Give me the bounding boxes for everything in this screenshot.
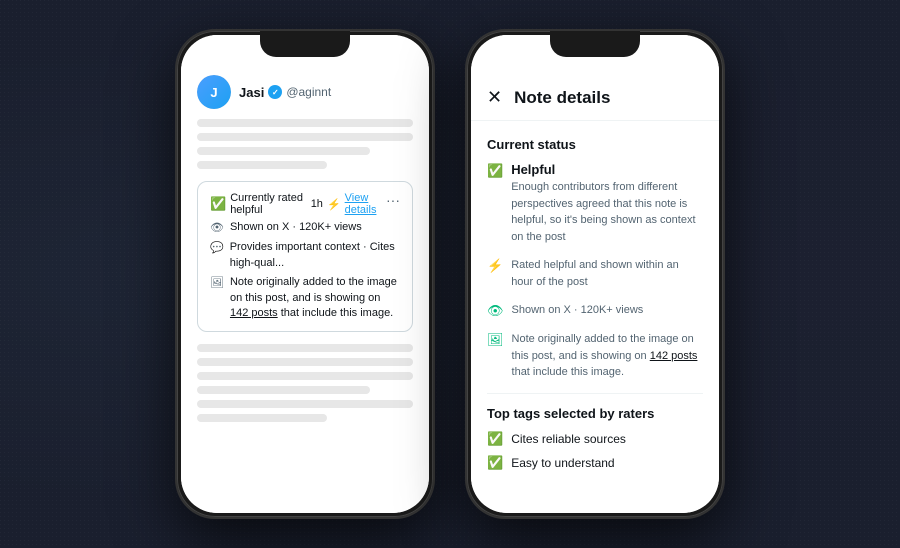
rated-helpful-item: ⚡ Rated helpful and shown within an hour… — [487, 257, 703, 290]
text-line — [197, 147, 370, 155]
current-status-heading: Current status — [487, 137, 703, 152]
notes-row-context: 💬 Provides important context · Cites hig… — [210, 240, 400, 271]
image-icon: 🖼 — [210, 276, 224, 291]
phone-screen-2: ✕ Note details Current status ✅ Helpful … — [471, 35, 719, 513]
image-posts-link[interactable]: 142 posts — [650, 350, 698, 362]
helpful-check-icon: ✅ — [487, 163, 503, 179]
phone-1: J Jasi ✓ @aginnt — [175, 29, 435, 519]
view-details-link[interactable]: View details — [345, 192, 386, 216]
user-handle: @aginnt — [286, 85, 331, 99]
eye-icon: 👁 — [210, 221, 224, 236]
tag-check-icon-2: ✅ — [487, 455, 503, 471]
image-note-item: 🖼 Note originally added to the image on … — [487, 331, 703, 381]
text-line — [197, 386, 370, 394]
eye-icon: 👁 — [487, 303, 504, 319]
notes-row-image: 🖼 Note originally added to the image on … — [210, 275, 400, 321]
note-details-title: Note details — [514, 88, 610, 108]
more-options[interactable]: ··· — [386, 192, 400, 208]
tag-item-2: ✅ Easy to understand — [487, 455, 703, 471]
username-row: Jasi ✓ @aginnt — [239, 85, 331, 100]
top-tags-heading: Top tags selected by raters — [487, 406, 703, 421]
bolt-icon: ⚡ — [327, 198, 341, 211]
time-label: 1h — [311, 198, 323, 210]
image-note-text: Note originally added to the image on th… — [230, 275, 400, 321]
context-icon: 💬 — [210, 241, 224, 256]
tweet-text-placeholder — [197, 119, 413, 169]
notes-row-helpful: ✅ Currently rated helpful 1h ⚡ View deta… — [210, 192, 400, 216]
text-line — [197, 133, 413, 141]
helpful-label: Helpful — [511, 162, 703, 177]
user-info: Jasi ✓ @aginnt — [239, 85, 331, 100]
helpful-label: Currently rated helpful — [230, 192, 307, 216]
notes-row-views: 👁 Shown on X · 120K+ views — [210, 220, 400, 236]
tag-label-1: Cites reliable sources — [511, 432, 626, 446]
note-body: Current status ✅ Helpful Enough contribu… — [471, 137, 719, 479]
display-name: Jasi — [239, 85, 264, 100]
avatar-image: J — [197, 75, 231, 109]
views-text: Shown on X · 120K+ views — [230, 220, 362, 235]
avatar: J — [197, 75, 231, 109]
phone-notch-2 — [550, 31, 640, 57]
note-details-view: ✕ Note details Current status ✅ Helpful … — [471, 35, 719, 513]
text-line — [197, 400, 413, 408]
rated-helpful-text: Rated helpful and shown within an hour o… — [511, 257, 703, 290]
community-notes-banner: ✅ Currently rated helpful 1h ⚡ View deta… — [197, 181, 413, 332]
text-line — [197, 372, 413, 380]
text-line — [197, 344, 413, 352]
tag-item-1: ✅ Cites reliable sources — [487, 431, 703, 447]
verified-badge: ✓ — [268, 85, 282, 99]
helpful-description: Enough contributors from different persp… — [511, 179, 703, 245]
tweet-view: J Jasi ✓ @aginnt — [181, 35, 429, 513]
text-line — [197, 414, 327, 422]
tag-check-icon-1: ✅ — [487, 431, 503, 447]
phone-2: ✕ Note details Current status ✅ Helpful … — [465, 29, 725, 519]
helpful-left: ✅ Currently rated helpful 1h ⚡ View deta… — [210, 192, 386, 216]
close-button[interactable]: ✕ — [487, 87, 502, 108]
text-line — [197, 358, 413, 366]
text-line — [197, 119, 413, 127]
green-check-icon: ✅ — [210, 196, 226, 212]
context-text: Provides important context · Cites high-… — [230, 240, 400, 271]
image-note-icon: 🖼 — [487, 332, 504, 348]
phone-notch-1 — [260, 31, 350, 57]
tweet-header: J Jasi ✓ @aginnt — [197, 75, 413, 109]
text-line — [197, 161, 327, 169]
helpful-content: Helpful Enough contributors from differe… — [511, 162, 703, 245]
tag-label-2: Easy to understand — [511, 456, 614, 470]
helpful-status-item: ✅ Helpful Enough contributors from diffe… — [487, 162, 703, 245]
shown-on-x-item: 👁 Shown on X · 120K+ views — [487, 302, 703, 319]
phone-screen-1: J Jasi ✓ @aginnt — [181, 35, 429, 513]
bolt-icon: ⚡ — [487, 258, 503, 274]
image-note-text: Note originally added to the image on th… — [512, 331, 703, 381]
section-divider — [487, 393, 703, 394]
posts-link[interactable]: 142 posts — [230, 307, 278, 319]
bottom-text-placeholder — [197, 344, 413, 422]
shown-on-x-text: Shown on X · 120K+ views — [512, 302, 644, 319]
note-details-header: ✕ Note details — [471, 75, 719, 121]
